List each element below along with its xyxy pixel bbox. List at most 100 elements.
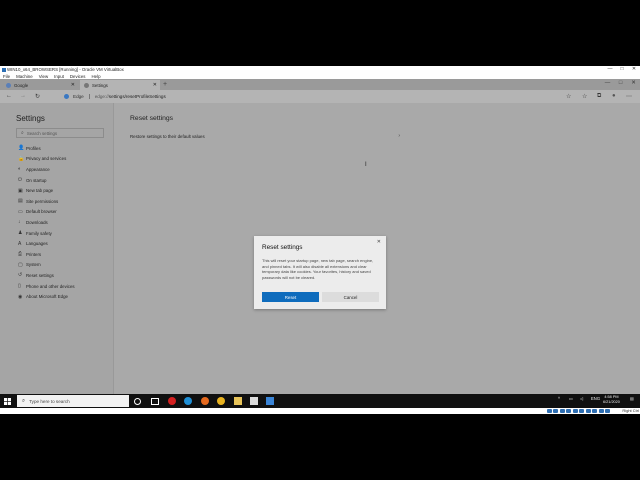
- task-view-icon[interactable]: [151, 398, 159, 405]
- forward-button[interactable]: →: [20, 93, 26, 99]
- network-icon[interactable]: ▭: [569, 396, 573, 401]
- lock-icon: 🔒: [18, 155, 25, 162]
- collections-icon[interactable]: ⧉: [597, 93, 601, 100]
- sidebar-item-phone-devices[interactable]: ▯ Phone and other devices: [18, 281, 75, 292]
- vbox-maximize-button[interactable]: □: [616, 66, 628, 73]
- taskbar-clock[interactable]: 4:58 PM 6/21/2020: [603, 395, 620, 405]
- vbox-menu-input[interactable]: Input: [54, 74, 64, 79]
- settings-search-input[interactable]: [26, 130, 97, 136]
- profile-icon[interactable]: ●: [612, 93, 616, 99]
- notification-icon[interactable]: ▤: [630, 396, 634, 401]
- sidebar-item-profiles[interactable]: 👤 Profiles: [18, 143, 75, 154]
- new-tab-button[interactable]: +: [163, 81, 167, 88]
- favorites-icon[interactable]: ☆: [582, 93, 587, 100]
- sidebar-item-label: Printers: [26, 251, 42, 257]
- tab-close-icon[interactable]: ✕: [153, 82, 157, 88]
- sidebar-item-privacy[interactable]: 🔒 Privacy and services: [18, 154, 75, 165]
- url-path: settings/resetProfileSettings: [108, 94, 166, 99]
- text-cursor-icon: I: [365, 162, 367, 168]
- sidebar-item-reset-settings[interactable]: ↺ Reset settings: [18, 270, 75, 281]
- settings-favicon-icon: [84, 82, 89, 88]
- close-icon[interactable]: ✕: [377, 239, 381, 245]
- sidebar-item-site-permissions[interactable]: ▤ Site permissions: [18, 196, 75, 207]
- cortana-icon[interactable]: [134, 398, 141, 405]
- browser-icon: ▭: [18, 208, 23, 215]
- start-button[interactable]: [0, 394, 14, 408]
- sidebar-item-about-edge[interactable]: ◉ About Microsoft Edge: [18, 291, 75, 302]
- mail-icon[interactable]: [266, 397, 274, 405]
- host-key-label: Right Ctrl: [622, 408, 639, 413]
- sidebar-item-label: Privacy and services: [26, 156, 67, 162]
- opera-icon[interactable]: [168, 397, 176, 405]
- sidebar-item-printers[interactable]: ⎙ Printers: [18, 249, 75, 260]
- tab-google[interactable]: Google ✕: [2, 80, 78, 90]
- edge-logo-icon: [64, 94, 69, 99]
- taskbar-search-placeholder: Type here to search: [29, 398, 70, 404]
- recording-icon: [592, 409, 597, 413]
- tab-close-icon[interactable]: ✕: [71, 82, 75, 88]
- volume-icon[interactable]: ◁: [580, 396, 583, 401]
- restore-defaults-row[interactable]: Restore settings to their default values…: [130, 132, 400, 140]
- dialog-body-text: This will reset your startup page, new t…: [262, 258, 374, 280]
- browser-window-controls: — □ ✕: [601, 79, 640, 88]
- store-icon[interactable]: [250, 397, 258, 405]
- windows-taskbar: ⌕ Type here to search ^ ▭ ◁ ENG 4:58 PM …: [0, 394, 640, 408]
- vbox-menu-machine[interactable]: Machine: [16, 74, 33, 79]
- power-icon: ⏻: [18, 177, 22, 184]
- file-explorer-icon[interactable]: [234, 397, 242, 405]
- browser-minimize-button[interactable]: —: [601, 79, 614, 88]
- vbox-status-icons: [545, 409, 610, 413]
- sidebar-item-on-startup[interactable]: ⏻ On startup: [18, 175, 75, 186]
- language-indicator[interactable]: ENG: [591, 396, 600, 401]
- usb-icon: [572, 409, 578, 413]
- cancel-button[interactable]: Cancel: [322, 292, 379, 302]
- sidebar-item-languages[interactable]: A Languages: [18, 238, 75, 249]
- firefox-icon[interactable]: [201, 397, 209, 405]
- browser-maximize-button[interactable]: □: [614, 79, 627, 88]
- back-button[interactable]: ←: [6, 93, 12, 99]
- sidebar-item-label: Languages: [26, 241, 48, 247]
- phone-icon: ▯: [18, 283, 21, 290]
- sidebar-item-system[interactable]: ▢ System: [18, 260, 75, 271]
- windows-logo-icon: [3, 397, 11, 405]
- vbox-menu-file[interactable]: File: [3, 74, 10, 79]
- vbox-status-bar: Right Ctrl: [0, 408, 640, 414]
- sidebar-item-downloads[interactable]: ↓ Downloads: [18, 217, 75, 228]
- restore-defaults-label: Restore settings to their default values: [130, 133, 205, 139]
- sidebar-item-family-safety[interactable]: ♟ Family safety: [18, 228, 75, 239]
- download-icon: ↓: [18, 219, 21, 226]
- profile-icon: 👤: [18, 145, 25, 152]
- settings-title: Settings: [16, 114, 45, 123]
- browser-close-button[interactable]: ✕: [627, 79, 640, 88]
- hdd-icon: [546, 409, 552, 413]
- sidebar-item-label: Family safety: [26, 230, 52, 236]
- system-icon: ▢: [18, 261, 23, 268]
- display-icon: [585, 409, 591, 413]
- more-menu-icon[interactable]: ⋯: [626, 93, 632, 100]
- favorite-star-icon[interactable]: ☆: [566, 93, 571, 100]
- settings-search[interactable]: ⌕: [16, 128, 104, 138]
- taskbar-search[interactable]: ⌕ Type here to search: [17, 395, 129, 407]
- sidebar-item-label: System: [26, 262, 41, 268]
- vbox-menu-devices[interactable]: Devices: [70, 74, 86, 79]
- refresh-button[interactable]: ↻: [35, 93, 40, 100]
- browser-tab-bar: Google ✕ Settings ✕ + — □ ✕: [0, 79, 640, 90]
- sidebar-item-new-tab-page[interactable]: ▣ New tab page: [18, 185, 75, 196]
- vbox-minimize-button[interactable]: —: [604, 66, 616, 73]
- edge-taskbar-icon[interactable]: [184, 397, 192, 405]
- address-field[interactable]: Edge edge://settings/resetProfileSetting…: [62, 92, 550, 101]
- sidebar-item-appearance[interactable]: ◐ Appearance: [18, 164, 75, 175]
- sidebar-item-default-browser[interactable]: ▭ Default browser: [18, 207, 75, 218]
- sidebar-item-label: Downloads: [26, 219, 48, 225]
- chrome-icon[interactable]: [217, 397, 225, 405]
- tab-settings[interactable]: Settings ✕: [80, 80, 160, 90]
- google-favicon-icon: [6, 82, 11, 88]
- reset-button[interactable]: Reset: [262, 292, 319, 302]
- vbox-window-controls: — □ ✕: [604, 66, 640, 73]
- page-title: Reset settings: [130, 115, 174, 122]
- vbox-close-button[interactable]: ✕: [628, 66, 640, 73]
- vbox-menu-view[interactable]: View: [39, 74, 48, 79]
- tray-chevron-icon[interactable]: ^: [558, 396, 560, 401]
- sidebar-item-label: Appearance: [26, 166, 50, 172]
- vbox-menu-help[interactable]: Help: [92, 74, 101, 79]
